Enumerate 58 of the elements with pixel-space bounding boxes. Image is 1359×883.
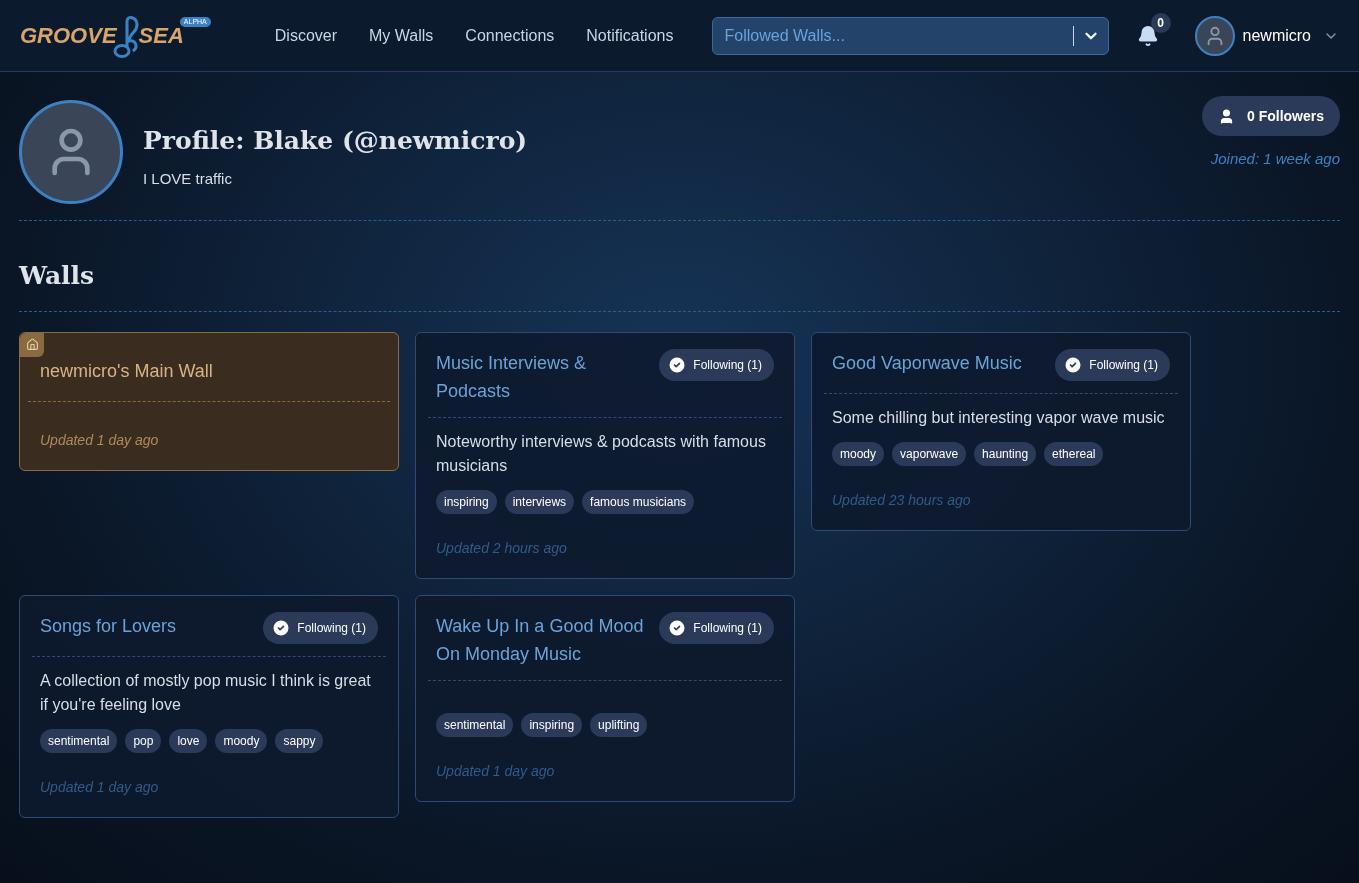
wall-description: A collection of mostly pop music I think is great if you're feeling love (40, 670, 372, 715)
updated-time: Updated 23 hours ago (832, 490, 972, 510)
following-button[interactable]: Following (1) (659, 611, 774, 644)
wall-description: Noteworthy interviews & podcasts with famous musicians (436, 431, 767, 476)
avatar[interactable] (1194, 15, 1235, 56)
updated-time: Updated 2 hours ago (436, 538, 568, 558)
picker-placeholder: Followed Walls... (724, 25, 846, 46)
nav-link[interactable]: Connections (465, 23, 555, 48)
wall-title[interactable]: Music Interviews & Podcasts (436, 348, 648, 405)
logo-text: GROOVE (20, 22, 117, 50)
joined-date: Joined: 1 week ago (1210, 149, 1340, 169)
wall-picker[interactable]: Followed Walls... (711, 16, 1109, 55)
tag[interactable]: moody (832, 441, 885, 466)
tag[interactable]: pop (125, 728, 162, 753)
tag[interactable]: moody (215, 728, 268, 753)
tag[interactable]: love (169, 728, 208, 753)
wall-title[interactable]: Songs for Lovers (40, 611, 177, 640)
tag[interactable]: sappy (275, 728, 324, 753)
tag[interactable]: vaporwave (892, 441, 967, 466)
section-heading: Walls (19, 257, 1340, 312)
tag[interactable]: uplifting (590, 712, 648, 737)
following-button[interactable]: Following (1) (659, 348, 774, 381)
tag[interactable]: inspiring (436, 489, 497, 514)
tag[interactable]: sentimental (40, 728, 118, 753)
wall-title[interactable]: newmicro's Main Wall (40, 356, 378, 385)
bell-icon[interactable] (1136, 24, 1159, 47)
check-icon (1063, 354, 1084, 375)
followers-button[interactable]: 0 Followers (1201, 96, 1340, 136)
wall-title[interactable]: Wake Up In a Good Mood On Monday Music (436, 611, 648, 668)
main-wall-card[interactable]: newmicro's Main Wall Updated 1 day ago (19, 331, 399, 471)
nav-link[interactable]: Discover (274, 23, 338, 48)
tag[interactable]: inspiring (521, 712, 583, 737)
notification-count: 0 (1150, 12, 1171, 33)
wall-description: Some chilling but interesting vapor wave music (832, 407, 1166, 428)
wall-title[interactable]: Good Vaporwave Music (832, 348, 1022, 377)
wall-card[interactable]: Music Interviews & Podcasts Following (1) Noteworthy interviews & podcasts with famous musicians inspiring interviews famous musicians Updated 2 hours ago (415, 331, 795, 579)
profile-bio: I LOVE traffic (143, 168, 233, 189)
nav-link[interactable]: My Walls (369, 23, 434, 48)
updated-time: Updated 1 day ago (40, 430, 160, 450)
nav-link[interactable]: Notifications (586, 23, 674, 48)
wall-card[interactable]: Songs for Lovers Following (1) A collection of mostly pop music I think is great if you're feeling love sentimental pop love moody sappy Updated 1 day ago (19, 594, 399, 818)
wall-card[interactable]: Good Vaporwave Music Following (1) Some chilling but interesting vapor wave music moody vaporwave haunting ethereal Updated 23 hours ago (811, 331, 1191, 531)
profile-title: Profile: Blake (@newmicro) (143, 125, 528, 157)
check-icon (271, 617, 292, 638)
updated-time: Updated 1 day ago (40, 777, 160, 797)
wall-card[interactable]: Wake Up In a Good Mood On Monday Music Following (1) sentimental inspiring uplifting Updated 1 day ago (415, 594, 795, 802)
tag[interactable]: haunting (974, 441, 1037, 466)
check-icon (667, 354, 688, 375)
tag[interactable]: ethereal (1044, 441, 1104, 466)
home-icon (20, 332, 44, 357)
user-name[interactable]: newmicro (1242, 23, 1311, 48)
tag[interactable]: interviews (504, 489, 575, 514)
tag[interactable]: famous musicians (582, 489, 695, 514)
tag[interactable]: sentimental (436, 712, 514, 737)
check-icon (667, 617, 688, 638)
following-button[interactable]: Following (1) (263, 611, 378, 644)
updated-time: Updated 1 day ago (436, 761, 556, 781)
following-button[interactable]: Following (1) (1055, 348, 1170, 381)
